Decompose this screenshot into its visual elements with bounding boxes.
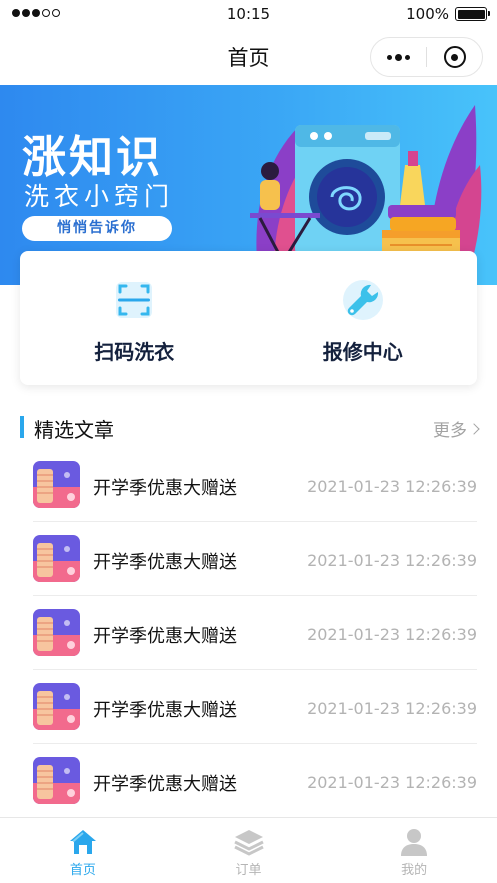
user-icon (401, 829, 428, 856)
list-item[interactable]: 开学季优惠大赠送 2021-01-23 12:26:39 (0, 744, 497, 818)
layers-icon (233, 830, 264, 856)
article-thumbnail (33, 683, 80, 730)
repair-center-label: 报修中心 (322, 340, 403, 364)
article-date: 2021-01-23 12:26:39 (307, 551, 477, 570)
article-thumbnail (33, 757, 80, 804)
tab-orders[interactable]: 订单 (166, 818, 332, 883)
scan-wash-button[interactable]: 扫码洗衣 (20, 251, 249, 385)
feature-card: 扫码洗衣 报修中心 (20, 251, 477, 385)
article-date: 2021-01-23 12:26:39 (307, 477, 477, 496)
chevron-right-icon (468, 422, 480, 435)
battery-icon (455, 7, 490, 21)
close-target-icon (443, 46, 466, 68)
article-title: 开学季优惠大赠送 (93, 552, 237, 573)
list-item[interactable]: 开学季优惠大赠送 2021-01-23 12:26:39 (0, 448, 497, 522)
article-title: 开学季优惠大赠送 (93, 700, 237, 721)
scan-wash-label: 扫码洗衣 (94, 340, 175, 364)
list-item[interactable]: 开学季优惠大赠送 2021-01-23 12:26:39 (0, 670, 497, 744)
list-item[interactable]: 开学季优惠大赠送 2021-01-23 12:26:39 (0, 522, 497, 596)
section-title: 精选文章 (34, 418, 114, 442)
close-button[interactable] (427, 46, 482, 68)
scan-icon (116, 282, 153, 318)
more-dots-icon[interactable] (371, 53, 426, 61)
article-thumbnail (33, 461, 80, 508)
tab-home-label: 首页 (69, 863, 96, 878)
banner-subtitle: 洗衣小窍门 (24, 182, 175, 211)
article-title: 开学季优惠大赠送 (93, 774, 237, 795)
status-bar: 10:15 100% (0, 0, 497, 28)
home-icon (69, 830, 96, 854)
article-title: 开学季优惠大赠送 (93, 478, 237, 499)
banner-title: 涨知识 (22, 132, 163, 183)
tab-profile[interactable]: 我的 (331, 818, 497, 883)
mini-program-capsule (370, 37, 483, 77)
tab-profile-label: 我的 (401, 863, 428, 878)
repair-center-button[interactable]: 报修中心 (249, 251, 478, 385)
battery-percentage: 100% (406, 5, 449, 23)
more-label: 更多 (433, 421, 467, 441)
tab-bar: 首页 订单 我的 (0, 817, 497, 883)
article-date: 2021-01-23 12:26:39 (307, 773, 477, 792)
list-item[interactable]: 开学季优惠大赠送 2021-01-23 12:26:39 (0, 596, 497, 670)
tab-orders-label: 订单 (235, 863, 262, 878)
wrench-icon (342, 280, 383, 320)
article-title: 开学季优惠大赠送 (93, 626, 237, 647)
article-date: 2021-01-23 12:26:39 (307, 699, 477, 718)
section-header: 精选文章 更多 (20, 414, 480, 442)
tab-home[interactable]: 首页 (0, 818, 166, 883)
article-date: 2021-01-23 12:26:39 (307, 625, 477, 644)
banner-pill[interactable]: 悄悄告诉你 (22, 216, 172, 241)
article-thumbnail (33, 535, 80, 582)
nav-bar: 首页 (0, 28, 497, 84)
article-thumbnail (33, 609, 80, 656)
more-link[interactable]: 更多 (433, 416, 480, 441)
section-accent-bar (20, 416, 24, 438)
article-list: 开学季优惠大赠送 2021-01-23 12:26:39 开学季优惠大赠送 20… (0, 448, 497, 818)
